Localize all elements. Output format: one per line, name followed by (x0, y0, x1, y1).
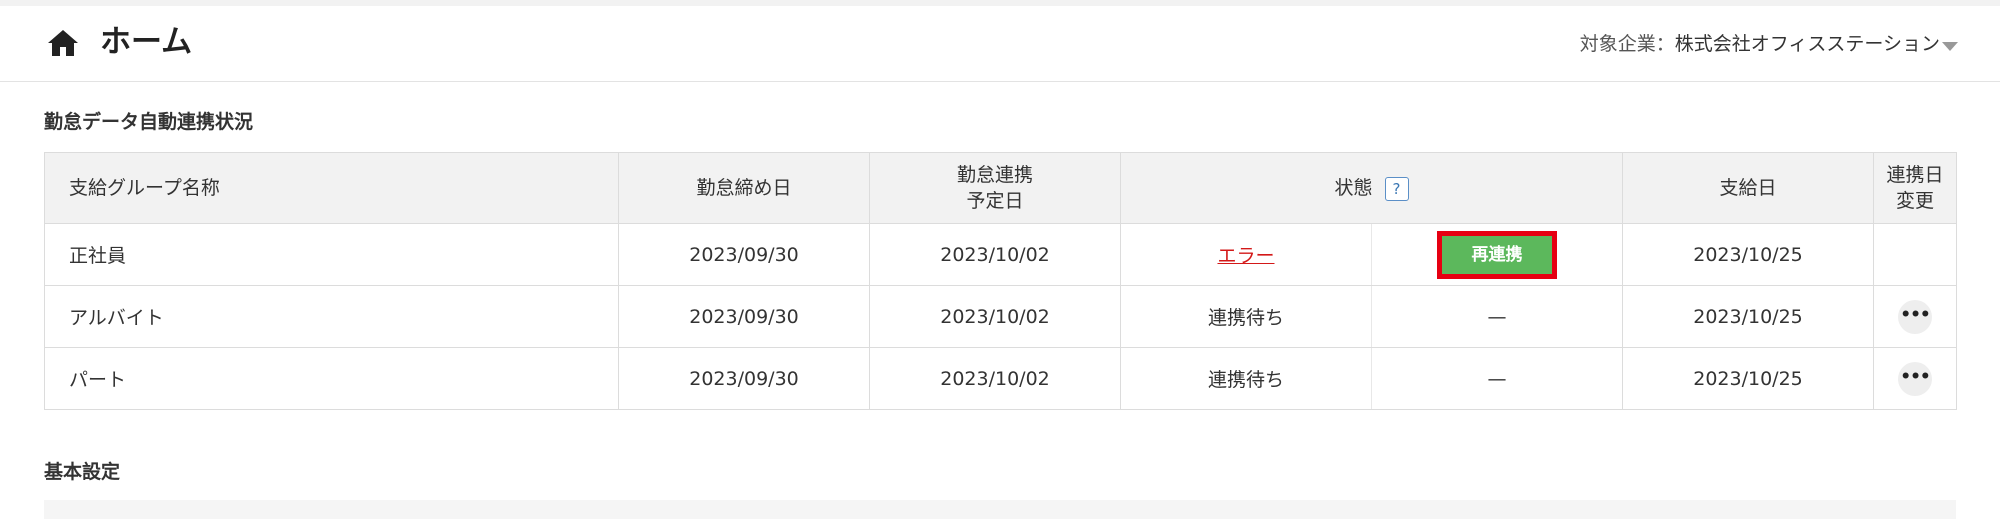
table-row: 正社員 2023/09/30 2023/10/02 エラー 再連携 2023/1… (44, 223, 1958, 286)
table-header-row: 支給グループ名称 勤怠締め日 勤怠連携 予定日 状態? 支給日 連携日 変更 (44, 152, 1958, 224)
highlight-frame: 再連携 (1437, 230, 1557, 279)
page-title: ホーム (100, 24, 193, 60)
basic-settings-panel (44, 500, 1956, 519)
row-pay-date: 2023/10/25 (1622, 347, 1875, 410)
more-options-icon[interactable]: ••• (1898, 299, 1933, 334)
more-options-icon[interactable]: ••• (1898, 361, 1933, 396)
basic-settings-title: 基本設定 (44, 461, 121, 483)
error-status-link[interactable]: エラー (1217, 245, 1274, 267)
row-group-name: アルバイト (44, 285, 619, 348)
header-change-line2: 変更 (1896, 190, 1935, 212)
row-group-name: パート (44, 347, 619, 410)
company-selector[interactable]: 対象企業：株式会社オフィスステーション (1580, 31, 1940, 57)
table-row: パート 2023/09/30 2023/10/02 連携待ち — 2023/10… (44, 347, 1958, 410)
row-status: エラー (1120, 223, 1372, 286)
row-action: — (1370, 285, 1624, 348)
row-closing-date: 2023/09/30 (618, 285, 870, 348)
header-status: 状態? (1119, 152, 1624, 224)
row-status: 連携待ち (1120, 285, 1372, 348)
row-closing-date: 2023/09/30 (618, 347, 870, 410)
row-action: — (1370, 347, 1624, 410)
row-menu-cell: ••• (1873, 285, 1958, 348)
header-change-line1: 連携日 (1886, 164, 1944, 186)
header-status-label: 状態 (1334, 177, 1373, 199)
header-closing-date: 勤怠締め日 (618, 152, 870, 224)
header-change-date: 連携日 変更 (1873, 152, 1958, 224)
relink-button[interactable]: 再連携 (1442, 235, 1552, 274)
row-sync-date: 2023/10/02 (869, 285, 1121, 348)
row-pay-date: 2023/10/25 (1622, 285, 1875, 348)
row-status: 連携待ち (1120, 347, 1372, 410)
home-icon (48, 30, 78, 56)
header-sync-date-line1: 勤怠連携 (956, 164, 1033, 186)
caret-down-icon[interactable] (1942, 42, 1958, 51)
header-pay-date: 支給日 (1622, 152, 1875, 224)
row-menu-cell (1873, 223, 1958, 286)
row-menu-cell: ••• (1873, 347, 1958, 410)
attendance-section-title: 勤怠データ自動連携状況 (44, 111, 254, 133)
company-label: 対象企業： (1579, 33, 1675, 55)
table-row: アルバイト 2023/09/30 2023/10/02 連携待ち — 2023/… (44, 285, 1958, 348)
row-closing-date: 2023/09/30 (618, 223, 870, 286)
dash-placeholder: — (1487, 367, 1507, 390)
attendance-sync-table: 支給グループ名称 勤怠締め日 勤怠連携 予定日 状態? 支給日 連携日 変更 正… (44, 152, 1958, 410)
company-name: 株式会社オフィスステーション (1674, 33, 1940, 55)
dash-placeholder: — (1487, 305, 1507, 328)
row-group-name: 正社員 (44, 223, 619, 286)
header-group-name: 支給グループ名称 (44, 152, 619, 224)
row-sync-date: 2023/10/02 (869, 347, 1121, 410)
row-pay-date: 2023/10/25 (1622, 223, 1875, 286)
help-icon[interactable]: ? (1384, 176, 1409, 201)
page-header: ホーム 対象企業：株式会社オフィスステーション (0, 6, 2000, 82)
row-sync-date: 2023/10/02 (869, 223, 1121, 286)
header-sync-date-line2: 予定日 (966, 190, 1024, 212)
row-action: 再連携 (1370, 223, 1624, 286)
header-sync-date: 勤怠連携 予定日 (869, 152, 1121, 224)
